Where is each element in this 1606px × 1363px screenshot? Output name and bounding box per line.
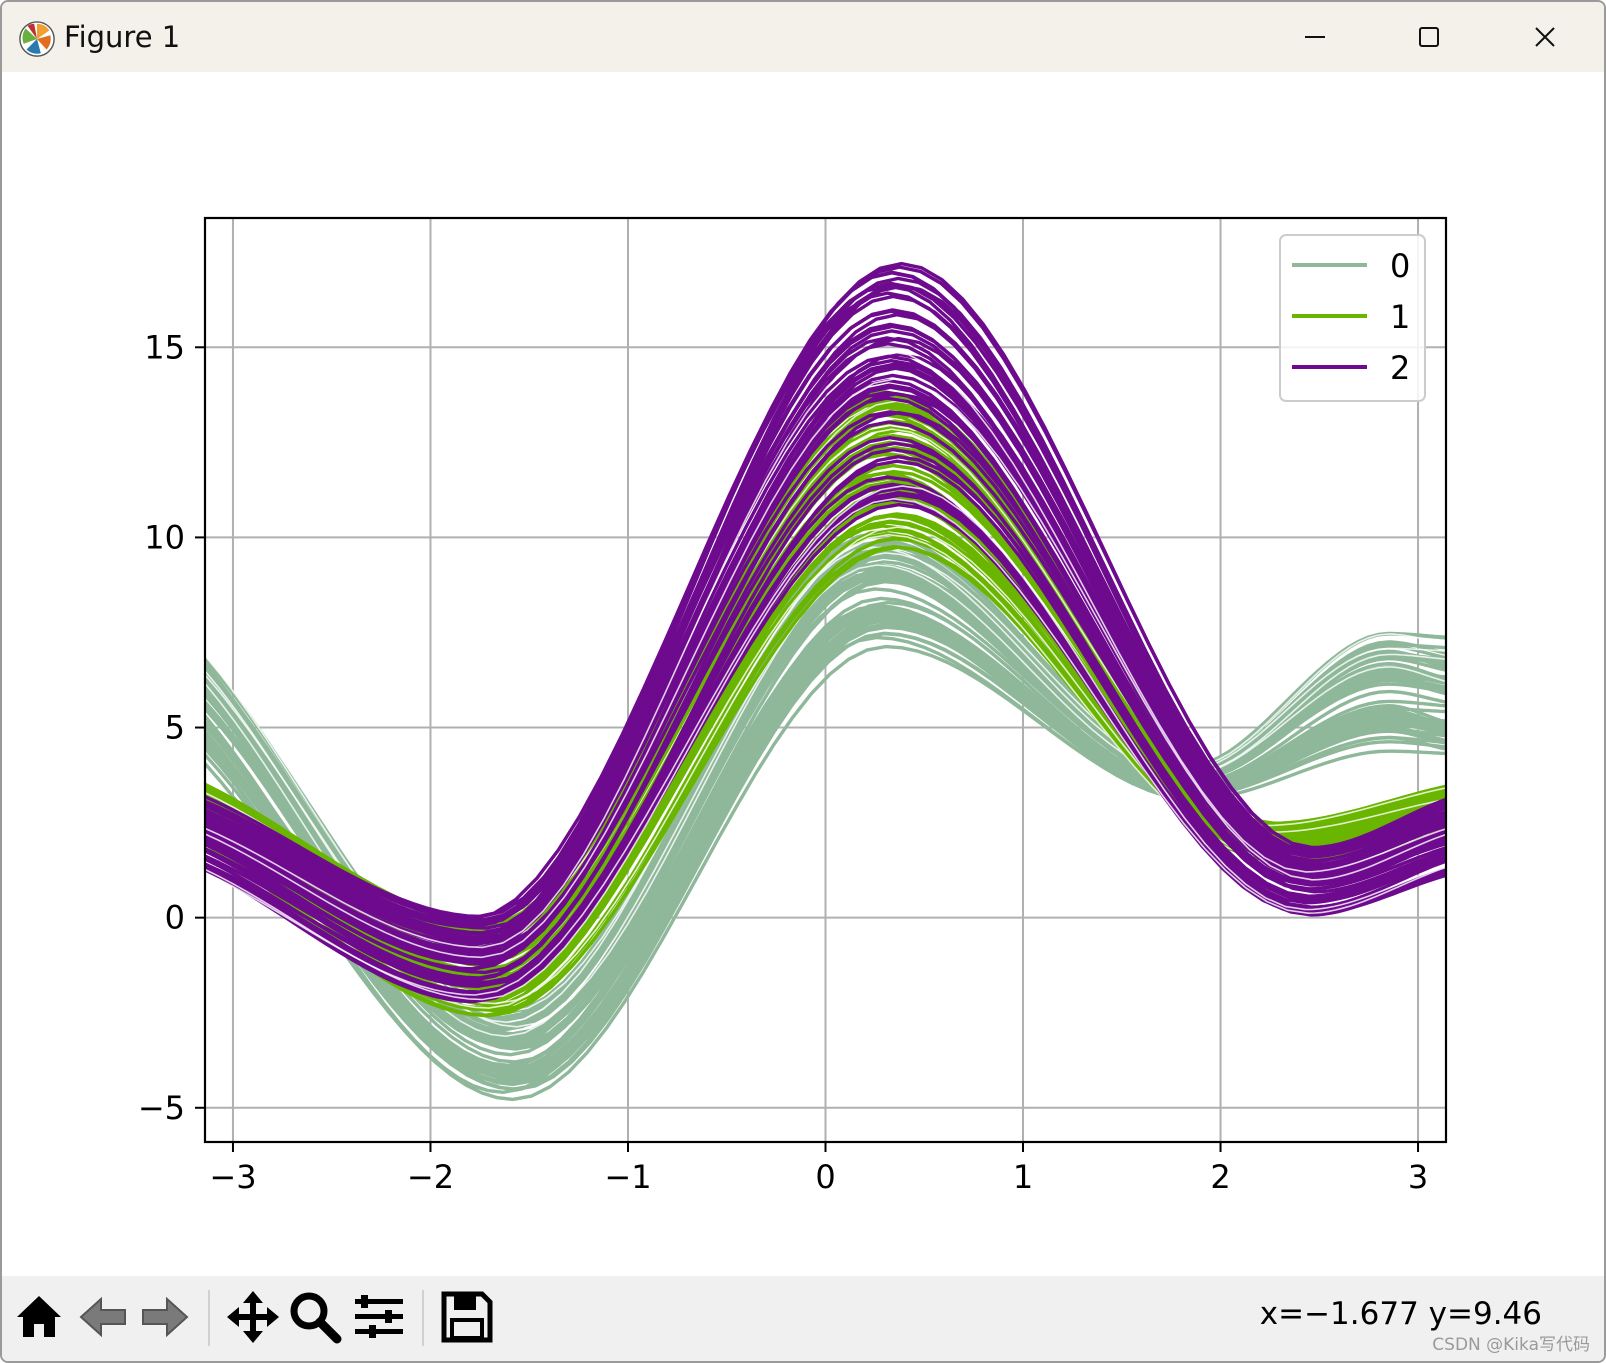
legend: 0 1 2 xyxy=(1279,234,1426,402)
x-tick-label: 1 xyxy=(1013,1158,1033,1196)
y-tick-label: 10 xyxy=(144,518,185,556)
back-icon xyxy=(79,1296,126,1338)
andrews-curves-chart: −3 −2 −1 0 1 2 3 −5 0 5 10 15 0 1 2 xyxy=(138,216,1448,1196)
back-button[interactable] xyxy=(74,1288,132,1346)
y-tick-label: 5 xyxy=(165,709,185,747)
navigation-toolbar: x=−1.677 y=9.46 CSDN @Kika写代码 xyxy=(2,1276,1604,1361)
minimize-button[interactable] xyxy=(1260,2,1370,72)
toolbar-separator xyxy=(422,1290,424,1346)
x-tick-label: −1 xyxy=(604,1158,651,1196)
x-tick-label: 0 xyxy=(815,1158,835,1196)
save-button[interactable] xyxy=(438,1288,496,1346)
zoom-icon xyxy=(290,1292,342,1344)
y-tick-label: 15 xyxy=(144,328,185,366)
toolbar-separator xyxy=(208,1290,210,1346)
pan-icon xyxy=(227,1291,279,1343)
title-bar: Figure 1 xyxy=(2,2,1604,72)
save-icon xyxy=(441,1291,493,1343)
x-tick-label: 3 xyxy=(1408,1158,1428,1196)
close-icon xyxy=(1535,27,1555,47)
x-tick-label: −3 xyxy=(209,1158,256,1196)
legend-label: 1 xyxy=(1390,298,1410,336)
legend-label: 2 xyxy=(1390,349,1410,387)
watermark: CSDN @Kika写代码 xyxy=(1432,1335,1590,1355)
window-title: Figure 1 xyxy=(64,20,181,54)
close-button[interactable] xyxy=(1490,2,1600,72)
figure-canvas[interactable]: −3 −2 −1 0 1 2 3 −5 0 5 10 15 0 1 2 xyxy=(2,72,1604,1276)
configure-subplots-icon xyxy=(355,1295,403,1338)
x-tick-label: 2 xyxy=(1210,1158,1230,1196)
maximize-button[interactable] xyxy=(1374,2,1484,72)
y-tick-label: 0 xyxy=(165,899,185,937)
configure-subplots-button[interactable] xyxy=(350,1288,408,1346)
y-tick-label: −5 xyxy=(138,1089,185,1127)
home-icon xyxy=(17,1296,61,1337)
minimize-icon xyxy=(1305,36,1325,38)
matplotlib-logo-icon xyxy=(19,21,55,57)
zoom-button[interactable] xyxy=(286,1288,344,1346)
forward-button[interactable] xyxy=(136,1288,194,1346)
cursor-coordinates: x=−1.677 y=9.46 xyxy=(1259,1296,1542,1332)
maximize-icon xyxy=(1419,27,1439,47)
figure-window: Figure 1 −3 −2 −1 0 1 2 3 −5 0 5 10 15 0 1 2 xyxy=(0,0,1606,1363)
home-button[interactable] xyxy=(10,1288,68,1346)
forward-icon xyxy=(142,1296,189,1338)
legend-label: 0 xyxy=(1390,247,1410,285)
pan-button[interactable] xyxy=(224,1288,282,1346)
x-tick-label: −2 xyxy=(407,1158,454,1196)
